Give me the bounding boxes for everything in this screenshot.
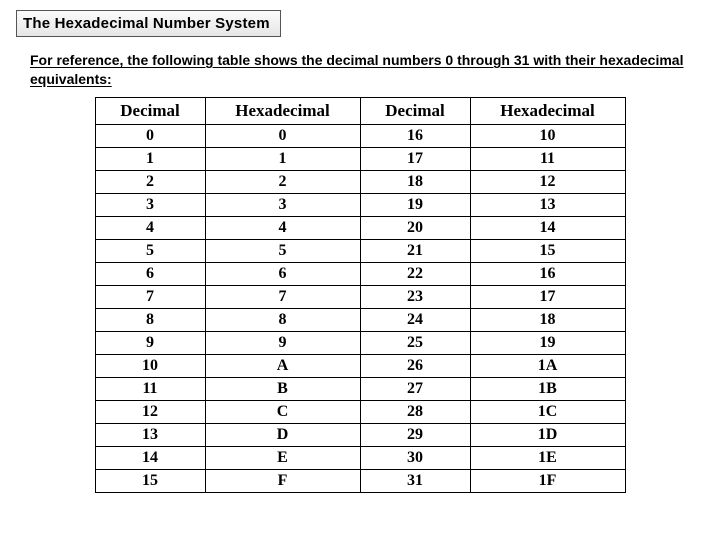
cell-hex-right: 10 <box>470 124 625 147</box>
intro-text: For reference, the following table shows… <box>30 51 696 89</box>
cell-dec-left: 12 <box>95 400 205 423</box>
cell-dec-left: 1 <box>95 147 205 170</box>
cell-dec-right: 24 <box>360 308 470 331</box>
cell-hex-left: B <box>205 377 360 400</box>
cell-hex-right: 1C <box>470 400 625 423</box>
cell-dec-right: 18 <box>360 170 470 193</box>
cell-dec-right: 19 <box>360 193 470 216</box>
cell-hex-left: 2 <box>205 170 360 193</box>
cell-dec-left: 13 <box>95 423 205 446</box>
cell-dec-left: 14 <box>95 446 205 469</box>
table-row: 772317 <box>95 285 625 308</box>
table-row: 331913 <box>95 193 625 216</box>
table-row: 10A261A <box>95 354 625 377</box>
cell-dec-right: 25 <box>360 331 470 354</box>
table-row: 11B271B <box>95 377 625 400</box>
table-header-row: Decimal Hexadecimal Decimal Hexadecimal <box>95 97 625 124</box>
table-row: 442014 <box>95 216 625 239</box>
cell-hex-right: 14 <box>470 216 625 239</box>
cell-hex-left: 9 <box>205 331 360 354</box>
table-row: 12C281C <box>95 400 625 423</box>
cell-dec-right: 16 <box>360 124 470 147</box>
table-row: 111711 <box>95 147 625 170</box>
cell-hex-left: 5 <box>205 239 360 262</box>
col-header-hex-right: Hexadecimal <box>470 97 625 124</box>
cell-dec-right: 21 <box>360 239 470 262</box>
cell-hex-left: F <box>205 469 360 492</box>
cell-hex-right: 19 <box>470 331 625 354</box>
col-header-hex-left: Hexadecimal <box>205 97 360 124</box>
table-row: 221812 <box>95 170 625 193</box>
cell-hex-right: 1B <box>470 377 625 400</box>
cell-hex-left: E <box>205 446 360 469</box>
hex-table: Decimal Hexadecimal Decimal Hexadecimal … <box>95 97 626 493</box>
cell-hex-left: 0 <box>205 124 360 147</box>
cell-hex-right: 15 <box>470 239 625 262</box>
cell-hex-left: 7 <box>205 285 360 308</box>
cell-dec-left: 8 <box>95 308 205 331</box>
cell-dec-right: 30 <box>360 446 470 469</box>
cell-hex-right: 1F <box>470 469 625 492</box>
cell-hex-right: 1A <box>470 354 625 377</box>
table-row: 14E301E <box>95 446 625 469</box>
table-row: 15F311F <box>95 469 625 492</box>
table-row: 13D291D <box>95 423 625 446</box>
cell-dec-left: 0 <box>95 124 205 147</box>
cell-hex-left: D <box>205 423 360 446</box>
cell-dec-left: 5 <box>95 239 205 262</box>
cell-dec-right: 27 <box>360 377 470 400</box>
cell-hex-right: 1D <box>470 423 625 446</box>
cell-hex-right: 17 <box>470 285 625 308</box>
cell-hex-right: 12 <box>470 170 625 193</box>
cell-hex-left: 4 <box>205 216 360 239</box>
cell-dec-right: 23 <box>360 285 470 308</box>
cell-dec-right: 29 <box>360 423 470 446</box>
cell-dec-right: 28 <box>360 400 470 423</box>
cell-hex-right: 13 <box>470 193 625 216</box>
table-row: 552115 <box>95 239 625 262</box>
cell-dec-right: 20 <box>360 216 470 239</box>
cell-hex-left: 8 <box>205 308 360 331</box>
page-title: The Hexadecimal Number System <box>16 10 281 37</box>
cell-hex-left: C <box>205 400 360 423</box>
cell-hex-right: 11 <box>470 147 625 170</box>
cell-hex-left: 3 <box>205 193 360 216</box>
cell-hex-left: 1 <box>205 147 360 170</box>
cell-dec-left: 4 <box>95 216 205 239</box>
cell-hex-left: A <box>205 354 360 377</box>
cell-dec-right: 17 <box>360 147 470 170</box>
cell-hex-right: 16 <box>470 262 625 285</box>
cell-dec-left: 15 <box>95 469 205 492</box>
col-header-dec-left: Decimal <box>95 97 205 124</box>
cell-dec-left: 2 <box>95 170 205 193</box>
cell-dec-right: 22 <box>360 262 470 285</box>
cell-hex-right: 18 <box>470 308 625 331</box>
cell-dec-left: 7 <box>95 285 205 308</box>
cell-hex-left: 6 <box>205 262 360 285</box>
cell-hex-right: 1E <box>470 446 625 469</box>
table-row: 992519 <box>95 331 625 354</box>
table-row: 001610 <box>95 124 625 147</box>
cell-dec-right: 31 <box>360 469 470 492</box>
cell-dec-left: 6 <box>95 262 205 285</box>
cell-dec-left: 11 <box>95 377 205 400</box>
cell-dec-left: 10 <box>95 354 205 377</box>
cell-dec-left: 3 <box>95 193 205 216</box>
table-row: 882418 <box>95 308 625 331</box>
table-row: 662216 <box>95 262 625 285</box>
col-header-dec-right: Decimal <box>360 97 470 124</box>
cell-dec-right: 26 <box>360 354 470 377</box>
cell-dec-left: 9 <box>95 331 205 354</box>
